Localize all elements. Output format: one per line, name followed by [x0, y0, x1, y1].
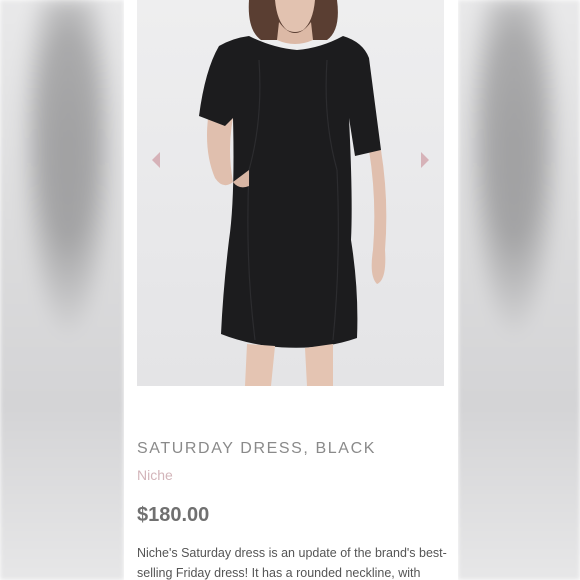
next-image-button[interactable] — [421, 152, 429, 168]
blurred-background-right — [458, 0, 580, 580]
product-card: SATURDAY DRESS, BLACK Niche $180.00 Nich… — [124, 0, 458, 580]
product-brand-link[interactable]: Niche — [137, 467, 173, 483]
previous-image-button[interactable] — [152, 152, 160, 168]
product-price: $180.00 — [137, 504, 210, 526]
product-description: Niche's Saturday dress is an update of t… — [137, 546, 447, 580]
product-image — [137, 0, 444, 386]
model-in-dress-illustration — [199, 0, 387, 386]
product-title: SATURDAY DRESS, BLACK — [137, 440, 376, 457]
blurred-background-left — [0, 0, 124, 580]
screenshot-stage: SATURDAY DRESS, BLACK Niche $180.00 Nich… — [0, 0, 580, 580]
